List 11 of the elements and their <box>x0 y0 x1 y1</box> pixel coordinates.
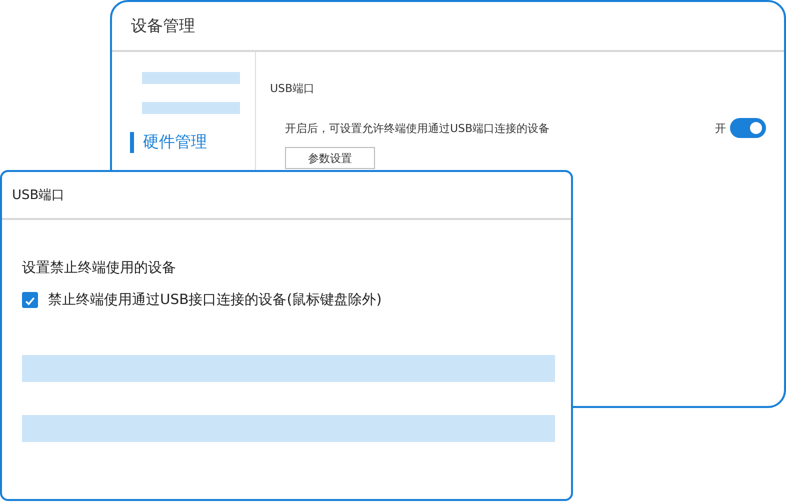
dialog-title: USB端口 <box>12 187 65 204</box>
switch-label: 开 <box>715 120 726 136</box>
checkbox-label: 禁止终端使用通过USB接口连接的设备(鼠标键盘除外) <box>48 291 382 309</box>
section-heading: 设置禁止终端使用的设备 <box>22 259 177 277</box>
window-title: 设备管理 <box>131 16 195 36</box>
sidebar-item[interactable]: 硬件管理 <box>130 132 207 153</box>
section-title: USB端口 <box>270 81 315 96</box>
setting-description: 开启后，可设置允许终端使用通过USB端口连接的设备 <box>285 120 551 136</box>
toggle-switch[interactable] <box>730 118 766 138</box>
settings-button[interactable]: 参数设置 <box>285 147 375 169</box>
checkbox[interactable] <box>22 292 38 308</box>
